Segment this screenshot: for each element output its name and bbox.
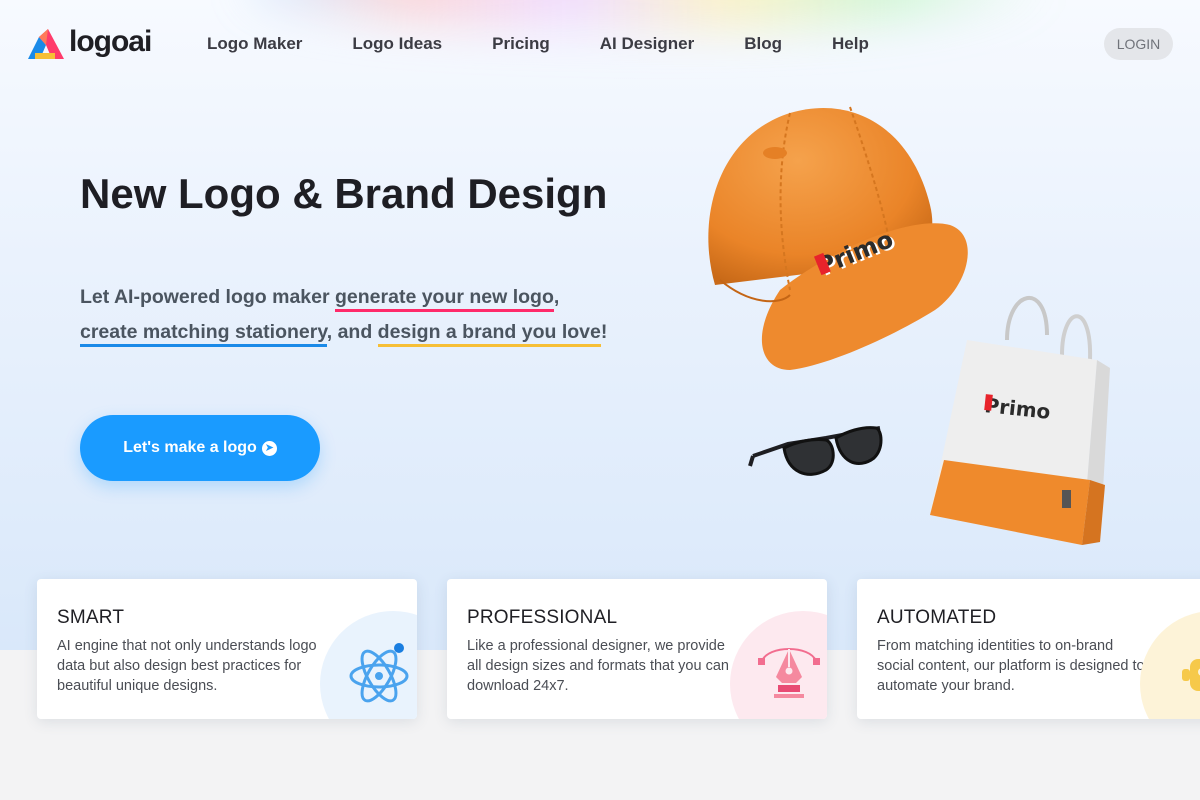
nav-help[interactable]: Help: [832, 34, 869, 54]
feature-card-professional: PROFESSIONAL Like a professional designe…: [447, 579, 827, 719]
pen-tool-icon: [758, 648, 820, 698]
stationery-link[interactable]: create matching stationery: [80, 321, 327, 347]
robot-icon: [1182, 659, 1200, 691]
card-description: From matching identities to on-brand soc…: [877, 638, 1145, 694]
nav-menu: Logo Maker Logo Ideas Pricing AI Designe…: [207, 34, 919, 54]
subtitle-text: , and: [326, 321, 378, 343]
brand-name: logoai: [69, 25, 152, 58]
subtitle-text: !: [600, 321, 608, 343]
nav-logo-maker[interactable]: Logo Maker: [207, 34, 302, 54]
feature-card-smart: SMART AI engine that not only understand…: [37, 579, 417, 719]
card-description: Like a professional designer, we provide…: [467, 638, 729, 694]
login-button[interactable]: LOGIN: [1104, 28, 1173, 60]
logoai-mark-icon: [28, 29, 64, 59]
generate-logo-link[interactable]: generate your new logo: [335, 286, 554, 312]
make-logo-button[interactable]: Let's make a logo ➤: [80, 415, 320, 481]
nav-ai-designer[interactable]: AI Designer: [600, 34, 694, 54]
feature-card-automated: AUTOMATED From matching identities to on…: [857, 579, 1200, 719]
arrow-right-icon: ➤: [261, 440, 277, 456]
shopping-bag-image: Primo: [930, 295, 1110, 545]
nav-pricing[interactable]: Pricing: [492, 34, 550, 54]
card-title: AUTOMATED: [877, 607, 997, 628]
brand-logo[interactable]: logoai: [26, 24, 152, 62]
nav-logo-ideas[interactable]: Logo Ideas: [352, 34, 442, 54]
hero-title: New Logo & Brand Design: [80, 170, 608, 217]
atom-icon: [349, 643, 409, 703]
hero-subtitle: Let AI-powered logo maker generate your …: [80, 280, 680, 350]
subtitle-text: ,: [553, 286, 560, 308]
nav-blog[interactable]: Blog: [744, 34, 782, 54]
sunglasses-image: [748, 426, 883, 476]
top-navigation: logoai Logo Maker Logo Ideas Pricing AI …: [0, 0, 1200, 88]
brand-design-link[interactable]: design a brand you love: [377, 321, 601, 347]
card-title: SMART: [57, 607, 125, 628]
hero-section: logoai Logo Maker Logo Ideas Pricing AI …: [0, 0, 1200, 650]
cta-label: Let's make a logo: [123, 439, 257, 456]
card-description: AI engine that not only understands logo…: [57, 638, 317, 694]
subtitle-text: Let AI-powered logo maker: [80, 286, 335, 308]
card-title: PROFESSIONAL: [467, 607, 618, 628]
